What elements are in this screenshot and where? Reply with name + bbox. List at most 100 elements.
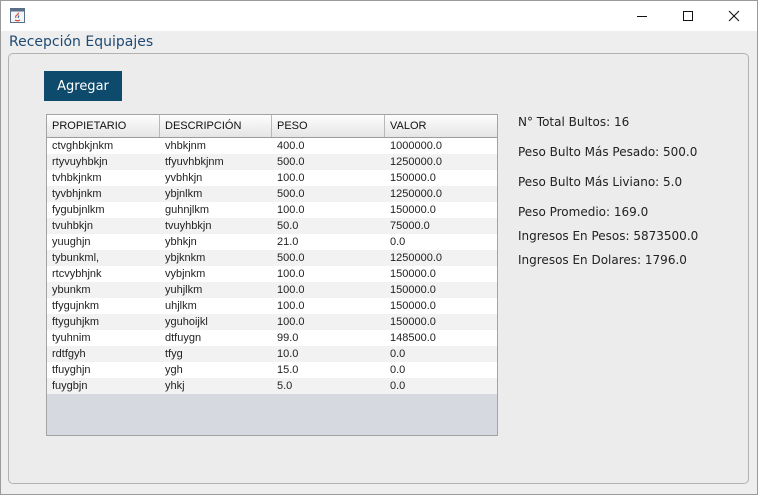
cell-peso[interactable]: 99.0 bbox=[272, 330, 385, 346]
cell-descripcion[interactable]: tvuyhbkjn bbox=[160, 218, 272, 234]
cell-peso[interactable]: 500.0 bbox=[272, 154, 385, 170]
table-row[interactable]: ftyguhjkm yguhoijkl 100.0 150000.0 bbox=[47, 314, 497, 330]
total-bultos-label: N° Total Bultos: 16 bbox=[518, 115, 630, 129]
cell-propietario[interactable]: rtyvuyhbkjn bbox=[47, 154, 160, 170]
table-row[interactable]: tybunkml, ybjknkm 500.0 1250000.0 bbox=[47, 250, 497, 266]
cell-peso[interactable]: 100.0 bbox=[272, 298, 385, 314]
table-row[interactable]: tvuhbkjn tvuyhbkjn 50.0 75000.0 bbox=[47, 218, 497, 234]
cell-descripcion[interactable]: yvbhkjn bbox=[160, 170, 272, 186]
cell-valor[interactable]: 150000.0 bbox=[385, 202, 497, 218]
minimize-icon bbox=[637, 16, 647, 17]
cell-propietario[interactable]: fuygbjn bbox=[47, 378, 160, 394]
cell-descripcion[interactable]: yhkj bbox=[160, 378, 272, 394]
java-app-icon bbox=[10, 8, 25, 23]
table-row[interactable]: rtyvuyhbkjn tfyuvhbkjnm 500.0 1250000.0 bbox=[47, 154, 497, 170]
luggage-table[interactable]: PROPIETARIO DESCRIPCIÓN PESO VALOR ctvgh… bbox=[46, 114, 498, 436]
table-row[interactable]: fuygbjn yhkj 5.0 0.0 bbox=[47, 378, 497, 394]
cell-descripcion[interactable]: ybhkjn bbox=[160, 234, 272, 250]
cell-valor[interactable]: 0.0 bbox=[385, 378, 497, 394]
table-row[interactable]: tvhbkjnkm yvbhkjn 100.0 150000.0 bbox=[47, 170, 497, 186]
cell-peso[interactable]: 10.0 bbox=[272, 346, 385, 362]
cell-descripcion[interactable]: yguhoijkl bbox=[160, 314, 272, 330]
cell-peso[interactable]: 50.0 bbox=[272, 218, 385, 234]
cell-valor[interactable]: 1250000.0 bbox=[385, 250, 497, 266]
column-header-peso[interactable]: PESO bbox=[272, 115, 385, 137]
minimize-button[interactable] bbox=[619, 1, 665, 31]
add-button[interactable]: Agregar bbox=[44, 71, 122, 101]
cell-propietario[interactable]: ctvghbkjnkm bbox=[47, 138, 160, 154]
cell-propietario[interactable]: rtcvybhjnk bbox=[47, 266, 160, 282]
cell-propietario[interactable]: fygubjnlkm bbox=[47, 202, 160, 218]
cell-propietario[interactable]: tyuhnim bbox=[47, 330, 160, 346]
table-header: PROPIETARIO DESCRIPCIÓN PESO VALOR bbox=[47, 115, 497, 138]
cell-valor[interactable]: 150000.0 bbox=[385, 266, 497, 282]
title-bar[interactable] bbox=[1, 1, 757, 31]
cell-propietario[interactable]: tyvbhjnkm bbox=[47, 186, 160, 202]
table-row[interactable]: yuughjn ybhkjn 21.0 0.0 bbox=[47, 234, 497, 250]
column-header-descripcion[interactable]: DESCRIPCIÓN bbox=[160, 115, 272, 137]
cell-peso[interactable]: 100.0 bbox=[272, 282, 385, 298]
cell-valor[interactable]: 150000.0 bbox=[385, 282, 497, 298]
table-row[interactable]: tyuhnim dtfuygn 99.0 148500.0 bbox=[47, 330, 497, 346]
cell-peso[interactable]: 100.0 bbox=[272, 314, 385, 330]
cell-descripcion[interactable]: tfyg bbox=[160, 346, 272, 362]
cell-descripcion[interactable]: guhnjlkm bbox=[160, 202, 272, 218]
cell-descripcion[interactable]: dtfuygn bbox=[160, 330, 272, 346]
cell-descripcion[interactable]: ybjnlkm bbox=[160, 186, 272, 202]
cell-valor[interactable]: 1000000.0 bbox=[385, 138, 497, 154]
cell-descripcion[interactable]: vhbkjnm bbox=[160, 138, 272, 154]
cell-peso[interactable]: 21.0 bbox=[272, 234, 385, 250]
cell-valor[interactable]: 0.0 bbox=[385, 362, 497, 378]
cell-propietario[interactable]: tfygujnkm bbox=[47, 298, 160, 314]
table-row[interactable]: tfuyghjn ygh 15.0 0.0 bbox=[47, 362, 497, 378]
cell-propietario[interactable]: tvuhbkjn bbox=[47, 218, 160, 234]
cell-valor[interactable]: 150000.0 bbox=[385, 298, 497, 314]
table-row[interactable]: ctvghbkjnkm vhbkjnm 400.0 1000000.0 bbox=[47, 138, 497, 154]
cell-propietario[interactable]: tybunkml, bbox=[47, 250, 160, 266]
cell-peso[interactable]: 500.0 bbox=[272, 250, 385, 266]
close-button[interactable] bbox=[711, 1, 757, 31]
table-row[interactable]: ybunkm yuhjlkm 100.0 150000.0 bbox=[47, 282, 497, 298]
peso-promedio-label: Peso Promedio: 169.0 bbox=[518, 205, 649, 219]
cell-valor[interactable]: 1250000.0 bbox=[385, 186, 497, 202]
cell-valor[interactable]: 150000.0 bbox=[385, 170, 497, 186]
cell-valor[interactable]: 0.0 bbox=[385, 234, 497, 250]
cell-valor[interactable]: 150000.0 bbox=[385, 314, 497, 330]
cell-propietario[interactable]: tvhbkjnkm bbox=[47, 170, 160, 186]
cell-propietario[interactable]: yuughjn bbox=[47, 234, 160, 250]
table-row[interactable]: tyvbhjnkm ybjnlkm 500.0 1250000.0 bbox=[47, 186, 497, 202]
maximize-button[interactable] bbox=[665, 1, 711, 31]
table-row[interactable]: fygubjnlkm guhnjlkm 100.0 150000.0 bbox=[47, 202, 497, 218]
cell-peso[interactable]: 100.0 bbox=[272, 266, 385, 282]
cell-valor[interactable]: 0.0 bbox=[385, 346, 497, 362]
cell-propietario[interactable]: ybunkm bbox=[47, 282, 160, 298]
peso-min-label: Peso Bulto Más Liviano: 5.0 bbox=[518, 175, 683, 189]
cell-descripcion[interactable]: ygh bbox=[160, 362, 272, 378]
cell-descripcion[interactable]: vybjnkm bbox=[160, 266, 272, 282]
cell-descripcion[interactable]: ybjknkm bbox=[160, 250, 272, 266]
ingresos-dolares-label: Ingresos En Dolares: 1796.0 bbox=[518, 253, 687, 267]
column-header-valor[interactable]: VALOR bbox=[385, 115, 497, 137]
cell-peso[interactable]: 100.0 bbox=[272, 170, 385, 186]
close-icon bbox=[728, 10, 740, 22]
cell-descripcion[interactable]: yuhjlkm bbox=[160, 282, 272, 298]
cell-descripcion[interactable]: uhjlkm bbox=[160, 298, 272, 314]
table-body: ctvghbkjnkm vhbkjnm 400.0 1000000.0 rtyvuyhb… bbox=[47, 138, 497, 394]
cell-descripcion[interactable]: tfyuvhbkjnm bbox=[160, 154, 272, 170]
column-header-propietario[interactable]: PROPIETARIO bbox=[47, 115, 160, 137]
cell-peso[interactable]: 500.0 bbox=[272, 186, 385, 202]
table-row[interactable]: rdtfgyh tfyg 10.0 0.0 bbox=[47, 346, 497, 362]
cell-propietario[interactable]: tfuyghjn bbox=[47, 362, 160, 378]
cell-peso[interactable]: 5.0 bbox=[272, 378, 385, 394]
cell-valor[interactable]: 1250000.0 bbox=[385, 154, 497, 170]
cell-propietario[interactable]: ftyguhjkm bbox=[47, 314, 160, 330]
cell-valor[interactable]: 75000.0 bbox=[385, 218, 497, 234]
cell-propietario[interactable]: rdtfgyh bbox=[47, 346, 160, 362]
table-row[interactable]: rtcvybhjnk vybjnkm 100.0 150000.0 bbox=[47, 266, 497, 282]
cell-valor[interactable]: 148500.0 bbox=[385, 330, 497, 346]
cell-peso[interactable]: 100.0 bbox=[272, 202, 385, 218]
cell-peso[interactable]: 15.0 bbox=[272, 362, 385, 378]
cell-peso[interactable]: 400.0 bbox=[272, 138, 385, 154]
table-row[interactable]: tfygujnkm uhjlkm 100.0 150000.0 bbox=[47, 298, 497, 314]
peso-max-label: Peso Bulto Más Pesado: 500.0 bbox=[518, 145, 698, 159]
